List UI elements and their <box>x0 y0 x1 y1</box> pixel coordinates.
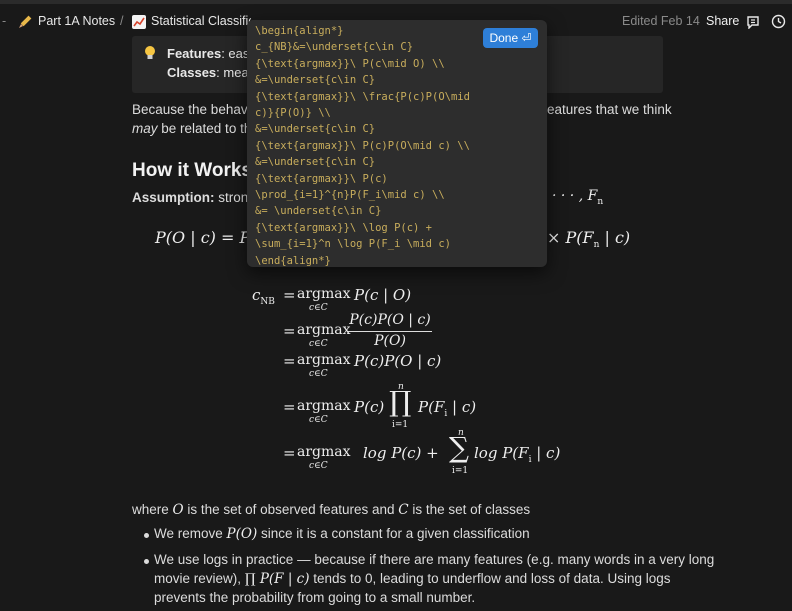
bullet-dot-1 <box>144 533 149 538</box>
line4-end: | c) <box>447 398 477 416</box>
latex-source-input[interactable]: \begin{align*} c_{NB}&=\underset{c\in C}… <box>255 23 470 269</box>
c-nb: cNB <box>252 286 275 307</box>
argmax-4: argmax <box>297 398 351 414</box>
line5-pre: log P(c) + <box>363 444 439 462</box>
comment-icon[interactable] <box>746 15 760 29</box>
line2-denominator: P(O) <box>374 333 406 349</box>
formula-rhs-text: × P(F <box>547 228 594 247</box>
assumption-tail-sub: n <box>597 196 604 207</box>
assumption-tail-text: · · · , F <box>552 188 598 204</box>
bullet-1-b: since it is a constant for a given class… <box>257 526 530 541</box>
intro-line1-start: Because the behavio <box>132 102 259 117</box>
eq-3: = <box>283 352 296 370</box>
argmax-2: argmax <box>297 322 351 338</box>
done-button[interactable]: Done ⏎ <box>483 28 538 48</box>
bullet-2-b: tends to 0, leading to underflow and los… <box>309 571 671 586</box>
formula-rhs: × P(Fn | c) <box>547 228 630 250</box>
section-heading: How it Works <box>132 160 252 181</box>
breadcrumb-separator: / <box>120 14 124 28</box>
argmax-3: argmax <box>297 352 351 368</box>
formula-rhs-end: | c) <box>599 228 631 247</box>
where-line: where O is the set of observed features … <box>132 502 530 518</box>
bullet-1: We remove P(O) since it is a constant fo… <box>154 526 530 542</box>
bullet-dot-2 <box>144 559 149 564</box>
prod-bottom: i=1 <box>392 420 409 430</box>
breadcrumb-lead: - <box>2 14 7 28</box>
line5-end: | c) <box>531 444 561 462</box>
intro-line2: may be related to the <box>132 121 259 136</box>
bullet-2-math: ∏ P(F | c) <box>244 571 310 587</box>
chart-icon <box>132 15 146 29</box>
argmax-under-2: c∈C <box>309 339 328 349</box>
intro-may: may <box>132 121 158 136</box>
assumption-tail: · · · , Fn <box>552 188 603 207</box>
line3-expr: P(c)P(O | c) <box>354 352 442 370</box>
bullet-1-a: We remove <box>154 526 227 541</box>
eq-2: = <box>283 322 296 340</box>
callout-features: Features: easil <box>167 46 255 61</box>
sum-symbol: ∑ <box>449 431 469 464</box>
breadcrumb-current[interactable]: Statistical Classification <box>151 14 251 28</box>
argmax-under-3: c∈C <box>309 369 328 379</box>
argmax-1: argmax <box>297 286 351 302</box>
bullet-2-a: movie review), <box>154 571 245 586</box>
pencil-icon <box>19 15 32 28</box>
eq-5: = <box>283 444 296 462</box>
callout-classes: Classes: mean <box>167 65 256 80</box>
line1-expr: P(c | O) <box>354 286 412 304</box>
bullet-1-math: P(O) <box>226 526 258 542</box>
edited-timestamp: Edited Feb 14 <box>622 14 700 28</box>
where-c: is the set of classes <box>408 502 531 517</box>
classes-label: Classes <box>167 65 217 80</box>
line4-post: P(Fi | c) <box>418 398 476 419</box>
line2-numerator: P(c)P(O | c) <box>349 312 431 328</box>
c-nb-sub: NB <box>260 297 275 307</box>
line5-post: log P(Fi | c) <box>474 444 560 465</box>
where-C: C <box>398 502 409 518</box>
product-symbol: ∏ <box>389 385 412 418</box>
intro-line2-text: be related to the <box>157 121 259 136</box>
line2-fraction-bar <box>348 331 432 332</box>
where-a: where <box>132 502 173 517</box>
lightbulb-icon <box>145 46 155 59</box>
where-O: O <box>172 502 184 518</box>
sum-bottom: i=1 <box>452 466 469 476</box>
line4-post-text: P(F <box>418 398 445 416</box>
where-b: is the set of observed features and <box>183 502 399 517</box>
argmax-under-1: c∈C <box>309 303 328 313</box>
line5-post-text: log P(F <box>474 444 529 462</box>
bullet-2-line1: We use logs in practice — because if the… <box>154 552 715 567</box>
line4-pre: P(c) <box>354 398 385 416</box>
eq-1: = <box>283 286 296 304</box>
eq-4: = <box>283 398 296 416</box>
bullet-2-line3: prevents the probability from going to a… <box>154 590 476 605</box>
bullet-2-line2: movie review), ∏ P(F | c) tends to 0, le… <box>154 571 670 587</box>
assumption-label: Assumption: <box>132 190 215 205</box>
argmax-under-4: c∈C <box>309 415 328 425</box>
formula-lhs: P(O | c) = P( <box>155 228 257 247</box>
argmax-5: argmax <box>297 444 351 460</box>
features-label: Features <box>167 46 222 61</box>
clock-icon[interactable] <box>771 14 786 29</box>
intro-line1-end: eatures that we think <box>547 102 672 117</box>
argmax-under-5: c∈C <box>309 461 328 471</box>
breadcrumb-parent[interactable]: Part 1A Notes <box>38 14 115 28</box>
equation-editor-popup: \begin{align*} c_{NB}&=\underset{c\in C}… <box>247 20 547 267</box>
assumption-line: Assumption: strong <box>132 190 256 205</box>
share-button[interactable]: Share <box>706 14 739 28</box>
